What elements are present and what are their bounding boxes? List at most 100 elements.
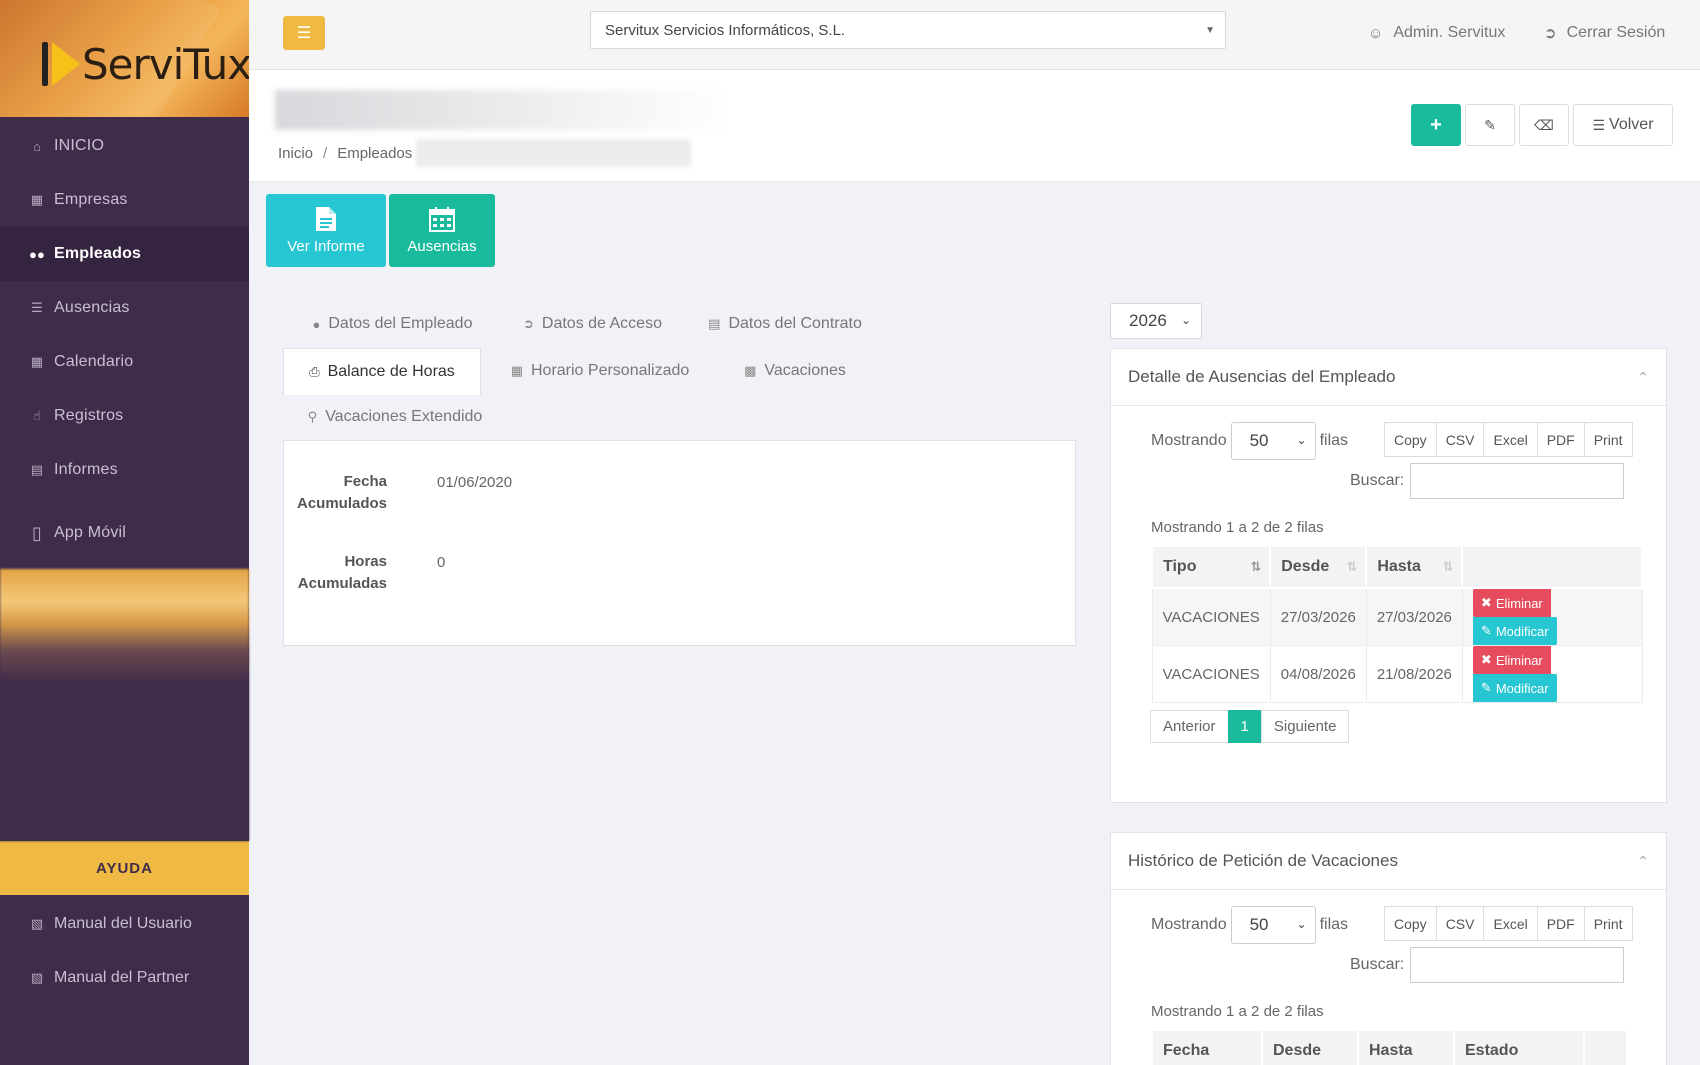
excel-button[interactable]: Excel: [1483, 906, 1538, 941]
next-page-button[interactable]: Siguiente: [1260, 710, 1350, 743]
export-buttons: Copy CSV Excel PDF Print: [1384, 906, 1633, 941]
column-header-hasta[interactable]: Hasta: [1357, 1029, 1455, 1065]
panel-title-text: Histórico de Petición de Vacaciones: [1128, 851, 1398, 870]
column-header-hasta[interactable]: Hasta ⇅: [1365, 545, 1464, 589]
table-info: Mostrando 1 a 2 de 2 filas: [1151, 519, 1324, 536]
blurred-breadcrumb-item: [416, 139, 692, 167]
tab-datos-contrato[interactable]: ▤ Datos del Contrato: [700, 301, 870, 347]
calendar-icon: ▦: [30, 354, 44, 369]
prev-page-button[interactable]: Anterior: [1150, 710, 1229, 743]
column-label: Hasta: [1377, 558, 1421, 575]
chevron-up-icon[interactable]: ⌃: [1637, 369, 1649, 386]
tab-horario-personalizado[interactable]: ▦ Horario Personalizado: [500, 348, 700, 394]
logout-link[interactable]: ➲ Cerrar Sesión: [1544, 24, 1665, 42]
menu-toggle-button[interactable]: ☰: [283, 16, 325, 50]
breadcrumb: Inicio / Empleados: [278, 139, 692, 167]
report-tile-label: Ver Informe: [287, 238, 365, 255]
logo-bar: [42, 42, 48, 86]
close-icon: ✖: [1480, 652, 1492, 667]
back-button[interactable]: ☰ Volver: [1573, 104, 1673, 146]
delete-button[interactable]: ⌫: [1519, 104, 1569, 146]
column-header-desde[interactable]: Desde: [1261, 1029, 1359, 1065]
sidebar-item-empresas[interactable]: ▦ Empresas: [0, 173, 249, 227]
delete-row-button[interactable]: ✖ Eliminar: [1472, 589, 1551, 617]
sidebar-item-registros[interactable]: ☝ Registros: [0, 389, 249, 443]
column-label: Estado: [1465, 1042, 1519, 1059]
sidebar-item-label: Empleados: [54, 245, 142, 262]
sidebar-item-app-movil[interactable]: ▯ App Móvil: [0, 497, 249, 569]
cell-desde: 27/03/2026: [1269, 587, 1367, 646]
sidebar-item-label: Calendario: [54, 353, 134, 370]
sidebar-item-empleados[interactable]: ●● Empleados: [0, 227, 249, 281]
sidebar-item-inicio[interactable]: ⌂ INICIO: [0, 119, 249, 173]
search-control: Buscar:: [1350, 947, 1625, 983]
logo[interactable]: ServiTux: [0, 0, 249, 117]
chevron-up-icon[interactable]: ⌃: [1637, 853, 1649, 870]
tab-datos-empleado[interactable]: ● Datos del Empleado: [300, 301, 485, 347]
search-input[interactable]: [1410, 947, 1625, 983]
pdf-button[interactable]: PDF: [1536, 906, 1585, 941]
tab-datos-acceso[interactable]: ➲ Datos de Acceso: [515, 301, 670, 347]
page-length-value: 50: [1249, 431, 1269, 450]
label-line: Horas: [344, 553, 387, 570]
page-button-current[interactable]: 1: [1227, 710, 1262, 743]
csv-button[interactable]: CSV: [1435, 906, 1485, 941]
manual-label: Manual del Usuario: [54, 915, 192, 932]
sort-icon: ⇅: [1346, 559, 1358, 574]
copy-button[interactable]: Copy: [1384, 422, 1437, 457]
sign-out-icon: ➲: [1544, 25, 1557, 42]
header-actions: + ✎ ⌫ ☰ Volver: [1411, 104, 1673, 146]
year-select[interactable]: 2026 ⌄: [1110, 303, 1202, 339]
sidebar-item-label: Registros: [54, 407, 124, 424]
mobile-icon: ▯: [31, 522, 43, 543]
copy-button[interactable]: Copy: [1384, 906, 1437, 941]
logo-text: ServiTux: [82, 40, 249, 89]
caret-down-icon: ▼: [1205, 25, 1215, 36]
manual-user-link[interactable]: ▧ Manual del Usuario: [0, 897, 249, 951]
company-select[interactable]: Servitux Servicios Informáticos, S.L. ▼: [590, 11, 1226, 49]
search-input[interactable]: [1410, 463, 1625, 499]
hours-accumulated-label: Horas Acumuladas: [287, 551, 387, 595]
label-line: Acumulados: [296, 495, 387, 512]
tab-label: Datos de Acceso: [541, 315, 662, 332]
chevron-down-icon: ⌄: [1296, 917, 1307, 931]
edit-button[interactable]: ✎: [1465, 104, 1515, 146]
add-button[interactable]: +: [1411, 104, 1461, 146]
tab-vacaciones-extendido[interactable]: ⚲ Vacaciones Extendido: [300, 394, 490, 440]
sidebar-item-informes[interactable]: ▤ Informes: [0, 443, 249, 497]
sign-in-icon: ➲: [523, 316, 534, 331]
modify-row-button[interactable]: ✎ Modificar: [1472, 674, 1557, 702]
modify-row-button[interactable]: ✎ Modificar: [1472, 617, 1557, 645]
column-header-estado[interactable]: Estado: [1453, 1029, 1585, 1065]
column-header-desde[interactable]: Desde ⇅: [1269, 545, 1368, 589]
page-length-select[interactable]: 50 ⌄: [1230, 422, 1316, 460]
pdf-button[interactable]: PDF: [1536, 422, 1585, 457]
column-header-fecha[interactable]: Fecha: [1151, 1029, 1263, 1065]
breadcrumb-home[interactable]: Inicio: [278, 145, 313, 162]
csv-button[interactable]: CSV: [1435, 422, 1485, 457]
file-icon: ▤: [708, 316, 721, 331]
delete-row-button[interactable]: ✖ Eliminar: [1472, 646, 1551, 674]
book-icon: ▧: [30, 916, 44, 931]
tab-balance-horas[interactable]: ⎙ Balance de Horas: [283, 348, 481, 395]
panel-title-text: Detalle de Ausencias del Empleado: [1128, 367, 1396, 386]
manual-partner-link[interactable]: ▧ Manual del Partner: [0, 951, 249, 1005]
trash-icon: ⌫: [1534, 116, 1554, 133]
building-icon: ▦: [30, 192, 44, 207]
excel-button[interactable]: Excel: [1483, 422, 1538, 457]
tab-vacaciones[interactable]: ▩ Vacaciones: [730, 348, 860, 394]
print-button[interactable]: Print: [1583, 906, 1633, 941]
page-length-select[interactable]: 50 ⌄: [1230, 906, 1316, 944]
sidebar: ServiTux ⌂ INICIO ▦ Empresas ●● Empleado…: [0, 0, 249, 1065]
column-header-tipo[interactable]: Tipo ⇅: [1150, 545, 1272, 589]
length-label: Mostrando: [1151, 916, 1227, 933]
length-label: Mostrando: [1151, 432, 1227, 449]
sidebar-item-ausencias[interactable]: ☰ Ausencias: [0, 281, 249, 335]
user-menu[interactable]: ☺ Admin. Servitux: [1368, 24, 1505, 42]
tab-label: Datos del Empleado: [328, 315, 473, 332]
sidebar-item-calendario[interactable]: ▦ Calendario: [0, 335, 249, 389]
absences-tile-button[interactable]: Ausencias: [389, 194, 495, 267]
print-button[interactable]: Print: [1583, 422, 1633, 457]
report-tile-button[interactable]: Ver Informe: [266, 194, 386, 267]
breadcrumb-employees[interactable]: Empleados: [337, 145, 412, 162]
